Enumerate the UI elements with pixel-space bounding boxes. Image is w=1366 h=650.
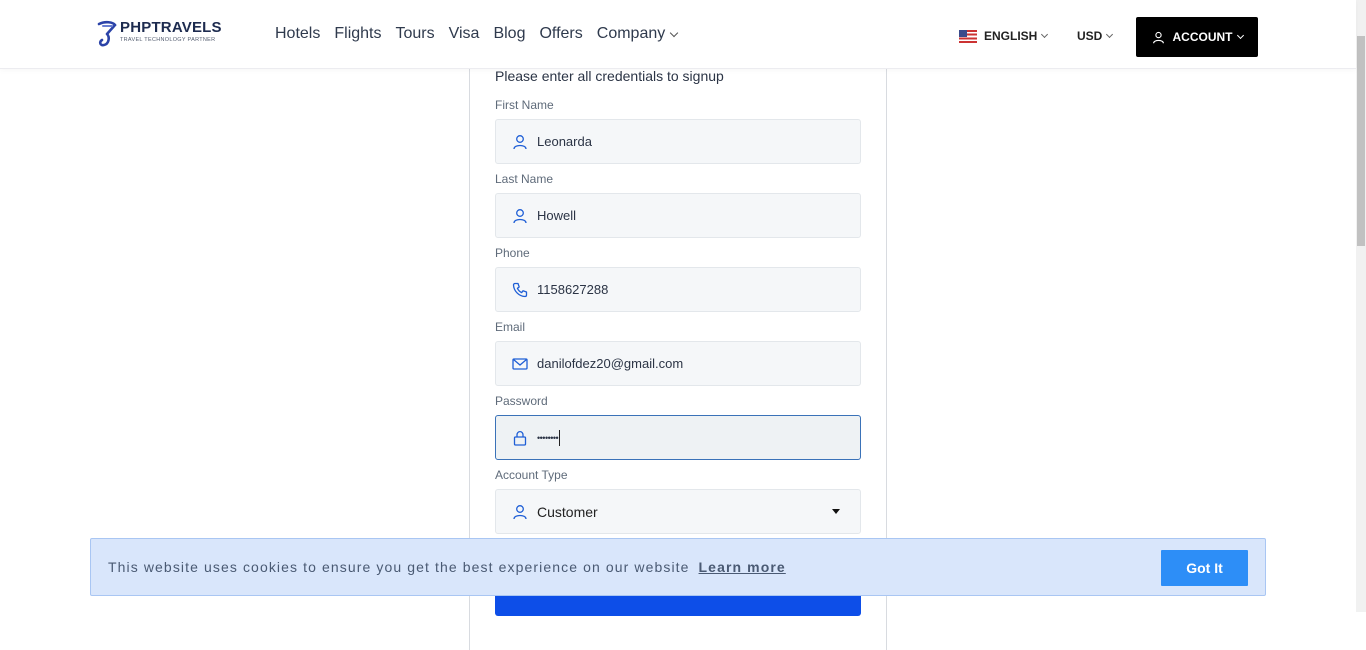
nav-company[interactable]: Company (596, 24, 679, 44)
caret-down-icon (832, 509, 840, 514)
phone-field[interactable]: 1158627288 (495, 267, 861, 312)
logo-icon (97, 20, 117, 47)
cookie-message: This website uses cookies to ensure you … (108, 559, 786, 575)
cookie-text: This website uses cookies to ensure you … (108, 559, 690, 575)
account-label: ACCOUNT (1172, 30, 1233, 44)
phone-label: Phone (495, 246, 530, 260)
nav-visa[interactable]: Visa (449, 24, 480, 44)
user-icon (1152, 31, 1164, 43)
first-name-label: First Name (495, 98, 554, 112)
chevron-down-icon (1041, 30, 1049, 39)
account-type-select[interactable]: Customer (495, 489, 861, 534)
lock-icon (513, 430, 527, 446)
nav-offers[interactable]: Offers (539, 24, 582, 44)
password-label: Password (495, 394, 548, 408)
last-name-field[interactable]: Howell (495, 193, 861, 238)
main-nav: Hotels Flights Tours Visa Blog Offers Co… (275, 24, 691, 44)
mail-icon (512, 357, 528, 370)
brand-name: PHPTRAVELS (120, 19, 222, 36)
phone-icon (512, 282, 528, 297)
first-name-value: Leonarda (537, 133, 592, 149)
phone-value: 1158627288 (537, 281, 609, 297)
last-name-label: Last Name (495, 172, 554, 186)
user-icon (513, 504, 527, 519)
email-value: danilofdez20@gmail.com (537, 355, 684, 371)
chevron-down-icon (1106, 30, 1114, 39)
cookie-banner: This website uses cookies to ensure you … (90, 538, 1266, 596)
password-value: •••••••• (537, 429, 561, 446)
account-type-value: Customer (537, 503, 598, 520)
last-name-value: Howell (537, 207, 577, 223)
password-field[interactable]: •••••••• (495, 415, 861, 460)
language-label: ENGLISH (984, 29, 1038, 43)
nav-hotels[interactable]: Hotels (275, 24, 320, 44)
currency-dropdown[interactable]: USD (1077, 29, 1114, 43)
nav-flights[interactable]: Flights (334, 24, 381, 44)
us-flag-icon (959, 29, 977, 43)
got-it-button[interactable]: Got It (1161, 550, 1248, 586)
user-icon (513, 208, 527, 223)
page-scrollbar[interactable] (1356, 0, 1366, 612)
signup-intro: Please enter all credentials to signup (495, 68, 724, 84)
email-label: Email (495, 320, 526, 334)
language-dropdown[interactable]: ENGLISH (959, 29, 1049, 43)
scrollbar-thumb[interactable] (1357, 36, 1365, 246)
site-header: PHPTRAVELS TRAVEL TECHNOLOGY PARTNER Hot… (0, 0, 1356, 69)
nav-blog[interactable]: Blog (493, 24, 525, 44)
user-icon (513, 134, 527, 149)
password-mask: •••••••• (537, 433, 559, 443)
email-field[interactable]: danilofdez20@gmail.com (495, 341, 861, 386)
learn-more-link[interactable]: Learn more (699, 559, 786, 575)
text-caret (559, 429, 561, 446)
nav-tours[interactable]: Tours (395, 24, 434, 44)
currency-label: USD (1077, 29, 1103, 43)
chevron-down-icon (670, 28, 679, 37)
account-button[interactable]: ACCOUNT (1136, 17, 1258, 57)
brand-logo[interactable]: PHPTRAVELS TRAVEL TECHNOLOGY PARTNER (96, 20, 222, 48)
brand-tagline: TRAVEL TECHNOLOGY PARTNER (120, 37, 216, 43)
account-type-label: Account Type (495, 468, 568, 482)
chevron-down-icon (1236, 31, 1244, 40)
nav-company-label: Company (596, 25, 666, 42)
first-name-field[interactable]: Leonarda (495, 119, 861, 164)
